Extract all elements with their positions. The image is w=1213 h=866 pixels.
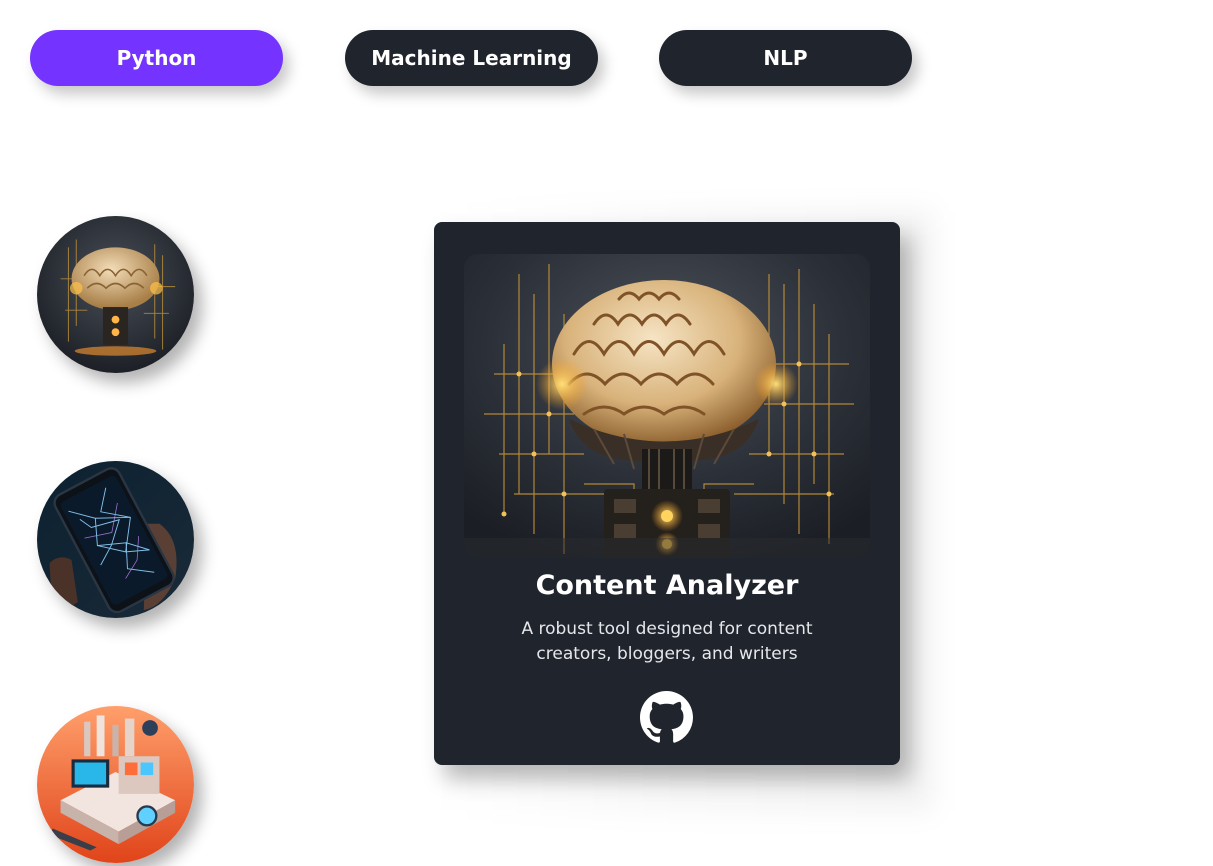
tab-python[interactable]: Python [30,30,283,86]
isometric-workstation-image [37,706,194,863]
tab-nlp[interactable]: NLP [659,30,912,86]
github-icon[interactable] [640,691,693,744]
brain-circuit-image [37,216,194,373]
thumbnail-brain-circuit[interactable] [37,216,194,373]
thumbnail-smartphone-network[interactable] [37,461,194,618]
brain-circuit-image [464,254,870,558]
card-description: A robust tool designed for content creat… [521,619,813,664]
smartphone-network-image [37,461,194,618]
portfolio-page: Python Machine Learning NLP Content Anal… [0,0,1213,866]
thumbnail-isometric-workstation[interactable] [37,706,194,863]
card-title: Content Analyzer [535,570,799,601]
project-card: Content Analyzer A robust tool designed … [434,222,900,765]
card-image [464,254,870,558]
tab-machine-learning[interactable]: Machine Learning [345,30,598,86]
